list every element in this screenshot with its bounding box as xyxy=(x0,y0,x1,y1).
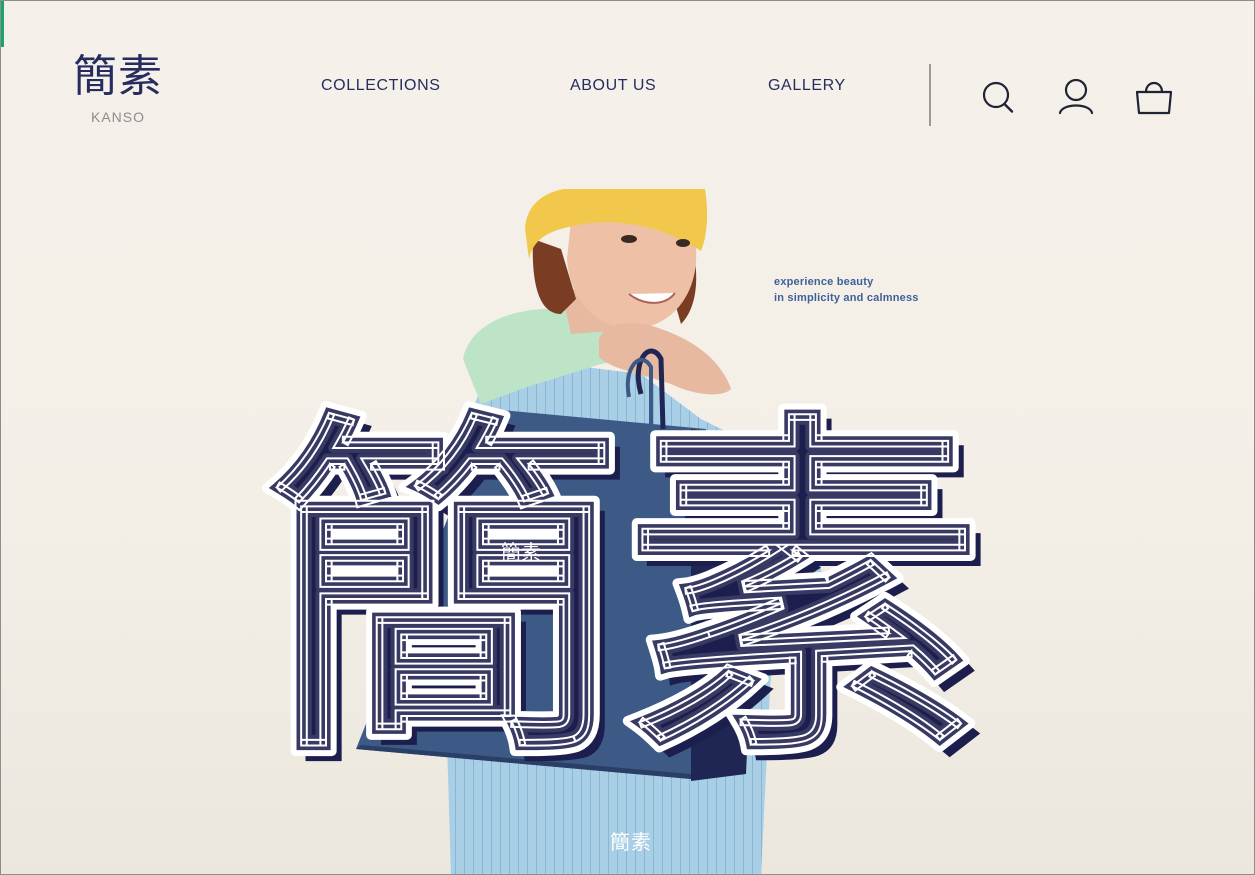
svg-text:簡素: 簡素 xyxy=(263,383,983,802)
hero-tagline: experience beauty in simplicity and calm… xyxy=(774,274,919,306)
search-button[interactable] xyxy=(979,76,1019,118)
account-button[interactable] xyxy=(1056,76,1096,118)
brand-romaji: KANSO xyxy=(90,109,145,125)
search-icon xyxy=(982,81,1014,113)
tagline-line-1: experience beauty xyxy=(774,276,874,288)
bag-print-kanji: 簡素 xyxy=(501,540,541,564)
page-frame: 簡素 KANSO COLLECTIONS ABOUT US GALLERY 簡素… xyxy=(0,0,1255,875)
nav-collections[interactable]: COLLECTIONS xyxy=(321,77,441,95)
brand-logo[interactable]: 簡素 KANSO xyxy=(63,51,173,125)
brand-kanji: 簡素 xyxy=(73,51,163,102)
site-header: 簡素 KANSO COLLECTIONS ABOUT US GALLERY xyxy=(1,1,1254,189)
header-divider xyxy=(929,64,931,126)
hero-section: 簡素 簡素 簡素 簡素 experience beauty in simplic… xyxy=(1,189,1254,874)
nav-about-us[interactable]: ABOUT US xyxy=(570,77,656,95)
cart-button[interactable] xyxy=(1134,76,1174,118)
jacket-print-kanji: 簡素 xyxy=(610,830,652,854)
user-icon xyxy=(1058,78,1094,115)
hero-illustration: 簡素 簡素 簡素 簡素 xyxy=(258,189,993,874)
shopping-bag-icon xyxy=(1135,81,1173,115)
nav-gallery[interactable]: GALLERY xyxy=(768,77,846,95)
tagline-line-2: in simplicity and calmness xyxy=(774,292,919,304)
hero-big-kanji: 簡素 簡素 簡素 xyxy=(258,378,993,812)
